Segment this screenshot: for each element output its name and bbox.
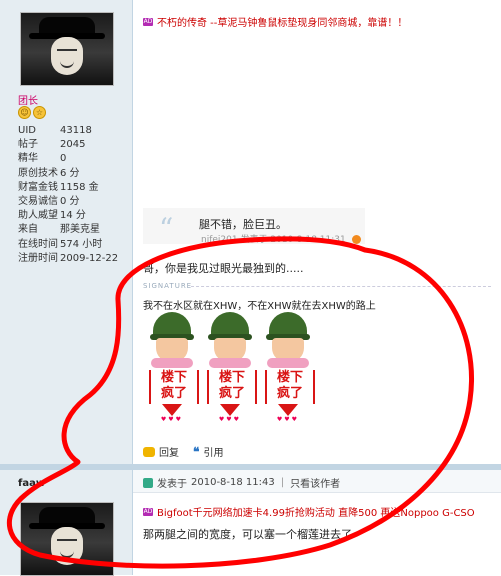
username[interactable]: faaw <box>18 478 45 489</box>
quote-text: 腿不错，脸巨丑。 <box>199 218 287 231</box>
back-arrow-icon[interactable] <box>351 235 361 244</box>
post-time: 2010-8-18 11:43 <box>191 477 275 488</box>
reply-icon[interactable] <box>143 446 155 457</box>
avatar[interactable] <box>20 502 114 576</box>
sticker-figure: 楼下 疯了 ♥♥♥ <box>205 312 257 423</box>
signature-text: 我不在水区就在XHW，不在XHW就在去XHW的路上 <box>143 301 376 312</box>
quote-meta: nifei201 发表于 2010-8-18 11:31 <box>201 232 361 245</box>
user-stats: UID 43118 帖子 2045 精华 0 原创技术 6 分 财富金钱 1158 金 交… <box>18 124 118 266</box>
reply-button[interactable]: 回复 <box>159 444 179 459</box>
ad-link[interactable]: AD Bigfoot千元网络加速卡4.99折抢购活动 直降500 再送Noppo… <box>143 504 475 519</box>
quote-button[interactable]: 引用 <box>203 444 223 459</box>
posted-prefix: 发表于 <box>157 479 187 490</box>
ad-link[interactable]: AD 不朽的传奇 --草泥马钟鲁鼠标垫现身同邻商城，靠谱！！ <box>143 14 407 29</box>
post-body: 哥，你是我见过眼光最独到的..... <box>143 262 304 275</box>
avatar[interactable] <box>20 12 114 86</box>
post-meta-bar: 发表于 2010-8-18 11:43 | 只看该作者 <box>133 470 501 493</box>
separator: | <box>280 477 285 488</box>
author-sidebar: faaw <box>0 470 133 576</box>
user-rank: 团长 <box>18 96 38 107</box>
quote-time: 2010-8-18 11:31 <box>270 235 346 245</box>
author-sidebar: 团长 ☺ ☆ UID 43118 帖子 2045 精华 0 原创技术 6 分 财富金钱 11… <box>0 0 133 464</box>
quote-block: “ 腿不错，脸巨丑。 nifei201 发表于 2010-8-18 11:31 <box>143 208 365 245</box>
quote-mark-icon: “ <box>159 212 174 245</box>
stat-row: 精华 0 <box>18 153 67 165</box>
online-status-icon <box>143 477 153 488</box>
post-content: AD 不朽的传奇 --草泥马钟鲁鼠标垫现身同邻商城，靠谱！！ “ 腿不错，脸巨丑… <box>133 0 501 464</box>
stat-row: UID 43118 <box>18 125 92 136</box>
quote-icon[interactable]: ❝ <box>193 445 199 459</box>
stat-row: 原创技术 6 分 <box>18 167 80 179</box>
ad-icon: AD <box>143 507 153 516</box>
stat-row: 在线时间 574 小时 <box>18 238 103 250</box>
stat-row: 来自 那美克星 <box>18 224 100 236</box>
sun-icon: ☺ <box>18 106 31 119</box>
stat-row: 注册时间 2009-12-22 <box>18 252 119 264</box>
signature-image: 楼下 疯了 ♥♥♥ 楼下 疯了 ♥♥♥ 楼下 疯了 ♥♥♥ <box>147 312 337 423</box>
signature-label: SIGNATURE <box>143 282 193 290</box>
rank-stars: ☺ ☆ <box>18 106 48 119</box>
quote-author[interactable]: nifei201 <box>201 235 238 245</box>
signature-divider <box>191 286 491 287</box>
stat-row: 帖子 2045 <box>18 139 86 151</box>
star-icon: ☆ <box>33 106 46 119</box>
stat-row: 助人威望 14 分 <box>18 210 86 222</box>
stat-row: 交易诚信 0 分 <box>18 196 80 208</box>
quote-posted-prefix: 发表于 <box>240 235 268 245</box>
sticker-figure: 楼下 疯了 ♥♥♥ <box>263 312 315 423</box>
stat-row: 财富金钱 1158 金 <box>18 181 99 193</box>
post-actions: 回复 ❝ 引用 <box>143 444 223 459</box>
ad-text[interactable]: 不朽的传奇 --草泥马钟鲁鼠标垫现身同邻商城，靠谱！！ <box>157 14 407 29</box>
only-author-link[interactable]: 只看该作者 <box>290 475 340 490</box>
ad-text[interactable]: Bigfoot千元网络加速卡4.99折抢购活动 直降500 再送Noppoo G… <box>157 504 475 519</box>
sticker-figure: 楼下 疯了 ♥♥♥ <box>147 312 199 423</box>
post-content: 发表于 2010-8-18 11:43 | 只看该作者 AD Bigfoot千元… <box>133 470 501 575</box>
ad-icon: AD <box>143 17 153 26</box>
post-body: 那两腿之间的宽度，可以塞一个榴莲进去了 <box>143 528 352 541</box>
